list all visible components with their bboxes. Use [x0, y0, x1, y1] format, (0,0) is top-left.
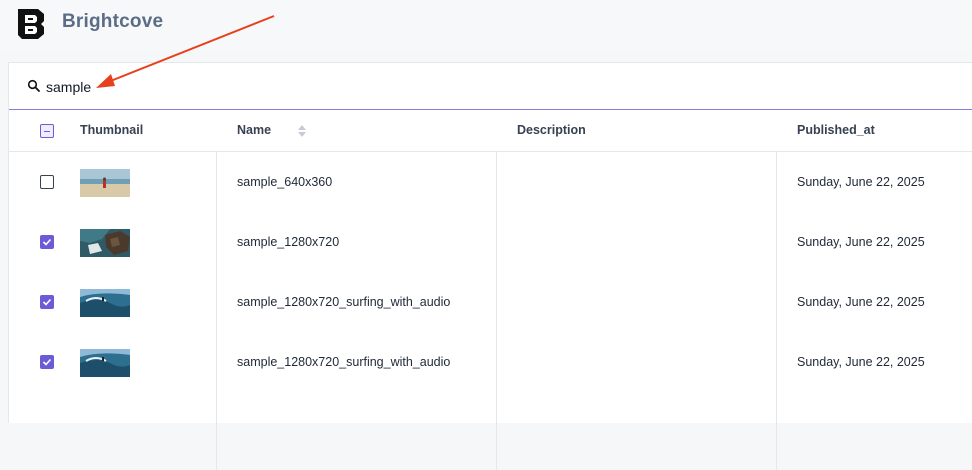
- annotation-arrow-icon: [96, 15, 275, 88]
